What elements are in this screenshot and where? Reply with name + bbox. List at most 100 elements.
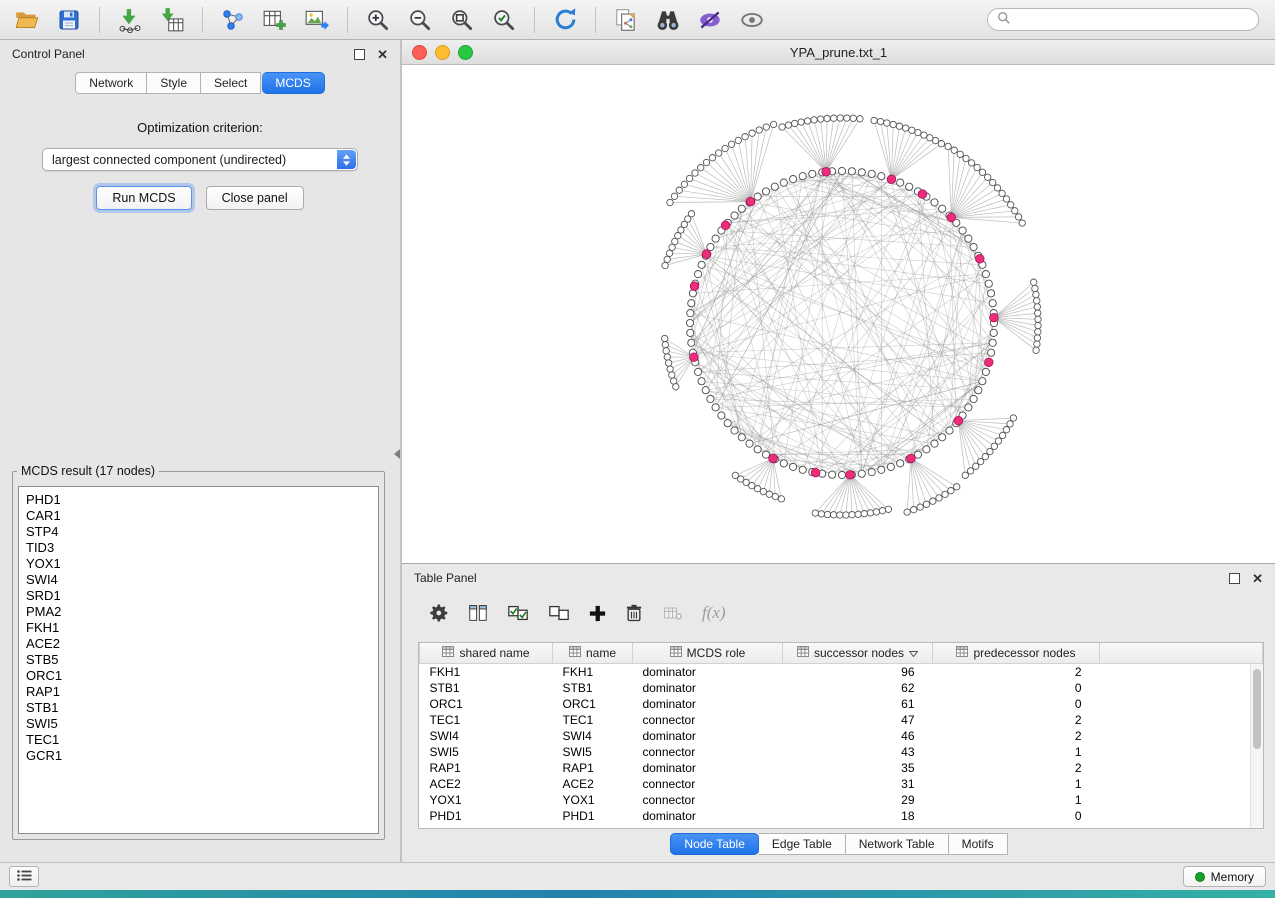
network-node[interactable] [858,470,865,477]
dominator-node[interactable] [846,471,855,480]
network-node[interactable] [989,300,996,307]
network-node[interactable] [703,159,709,165]
network-node[interactable] [878,466,885,473]
network-node[interactable] [873,509,879,515]
network-node[interactable] [988,349,995,356]
network-node[interactable] [1034,298,1040,304]
result-item[interactable]: ORC1 [26,668,371,684]
result-item[interactable]: YOX1 [26,556,371,572]
network-node[interactable] [887,463,894,470]
network-node[interactable] [811,117,817,123]
dominator-node[interactable] [822,168,831,177]
network-node[interactable] [799,466,806,473]
copy-document-icon[interactable] [609,4,643,36]
network-node[interactable] [871,117,877,123]
import-table-icon[interactable] [155,4,189,36]
table-row[interactable]: ORC1ORC1dominator610 [420,696,1263,712]
network-node[interactable] [799,173,806,180]
network-node[interactable] [662,335,668,341]
table-row[interactable]: SWI5SWI5connector431 [420,744,1263,760]
network-node[interactable] [904,509,910,515]
import-network-icon[interactable] [113,4,147,36]
network-node[interactable] [762,188,769,195]
network-node[interactable] [1003,427,1009,433]
tab-network[interactable]: Network [75,72,147,94]
network-node[interactable] [878,173,885,180]
result-item[interactable]: PMA2 [26,604,371,620]
tab-motifs[interactable]: Motifs [949,833,1008,855]
network-node[interactable] [667,366,673,372]
dominator-node[interactable] [947,213,956,222]
network-node[interactable] [911,507,917,513]
network-node[interactable] [987,448,993,454]
search-box[interactable] [987,8,1259,31]
dominator-node[interactable] [954,416,963,425]
network-node[interactable] [890,121,896,127]
network-node[interactable] [999,432,1005,438]
network-node[interactable] [798,119,804,125]
network-node[interactable] [735,137,741,143]
network-node[interactable] [923,446,930,453]
network-node[interactable] [698,378,705,385]
float-panel-icon[interactable] [354,49,365,60]
network-node[interactable] [885,506,891,512]
network-node[interactable] [988,290,995,297]
delete-row-icon[interactable] [624,602,644,624]
network-node[interactable] [778,496,784,502]
network-node[interactable] [695,271,702,278]
network-node[interactable] [770,121,776,127]
network-node[interactable] [884,120,890,126]
network-node[interactable] [837,512,843,518]
network-node[interactable] [879,508,885,514]
table-scrollbar[interactable] [1250,664,1263,828]
zoom-in-icon[interactable] [361,4,395,36]
network-node[interactable] [763,124,769,130]
network-node[interactable] [692,170,698,176]
network-node[interactable] [939,434,946,441]
table-row[interactable]: PHD1PHD1dominator180 [420,808,1263,824]
new-table-icon[interactable] [258,4,292,36]
network-node[interactable] [817,116,823,122]
result-item[interactable]: ACE2 [26,636,371,652]
network-node[interactable] [667,199,673,205]
network-node[interactable] [967,468,973,474]
network-node[interactable] [954,484,960,490]
network-node[interactable] [663,348,669,354]
result-item[interactable]: TID3 [26,540,371,556]
network-node[interactable] [1035,329,1041,335]
dominator-node[interactable] [907,454,916,463]
network-node[interactable] [995,438,1001,444]
network-node[interactable] [673,384,679,390]
network-node[interactable] [931,440,938,447]
new-network-icon[interactable] [216,4,250,36]
table-row[interactable]: SWI4SWI4dominator462 [420,728,1263,744]
network-node[interactable] [746,440,753,447]
zoom-fit-icon[interactable] [445,4,479,36]
network-node[interactable] [707,395,714,402]
network-node[interactable] [698,165,704,171]
network-node[interactable] [855,511,861,517]
table-row[interactable]: STB1STB1dominator620 [420,680,1263,696]
network-node[interactable] [790,463,797,470]
network-node[interactable] [982,368,989,375]
network-node[interactable] [676,187,682,193]
network-node[interactable] [1012,208,1018,214]
network-node[interactable] [931,199,938,206]
network-node[interactable] [695,368,702,375]
network-node[interactable] [669,372,675,378]
network-node[interactable] [897,179,904,186]
network-node[interactable] [1033,347,1039,353]
result-item[interactable]: STB1 [26,700,371,716]
network-node[interactable] [868,170,875,177]
network-node[interactable] [780,460,787,467]
network-node[interactable] [742,134,748,140]
network-node[interactable] [771,183,778,190]
dominator-node[interactable] [985,358,994,367]
network-node[interactable] [754,193,761,200]
result-item[interactable]: TEC1 [26,732,371,748]
select-all-icon[interactable] [506,602,530,624]
network-node[interactable] [669,244,675,250]
network-node[interactable] [738,434,745,441]
dominator-node[interactable] [990,313,999,322]
network-node[interactable] [938,141,944,147]
